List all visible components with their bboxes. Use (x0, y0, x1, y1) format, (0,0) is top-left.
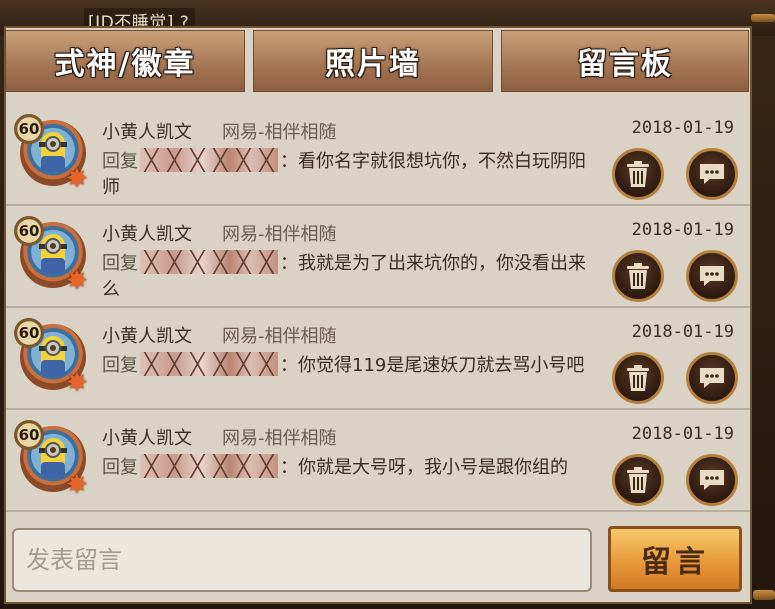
side-knob (751, 14, 775, 22)
trash-icon (627, 263, 649, 289)
message-date: 2018-01-19 (631, 322, 734, 342)
delete-button[interactable] (612, 148, 664, 200)
trash-icon (627, 467, 649, 493)
reply-button[interactable] (686, 148, 738, 200)
sender-name[interactable]: 小黄人凯文 (102, 220, 192, 246)
message-date: 2018-01-19 (631, 424, 734, 444)
trash-icon (627, 161, 649, 187)
sender-server: 网易-相伴相随 (222, 326, 337, 347)
censored-name (140, 148, 278, 172)
reply-label: 回复 (102, 151, 138, 172)
chat-bubble-icon (700, 368, 724, 388)
sender-name[interactable]: 小黄人凯文 (102, 424, 192, 450)
chat-bubble-icon (700, 470, 724, 490)
message-text: 回复 ：看你名字就很想坑你，不然白玩阴阳师 (102, 148, 602, 201)
tab-message-board[interactable]: 留言板 (501, 30, 749, 92)
sender-server: 网易-相伴相随 (222, 122, 337, 143)
delete-button[interactable] (612, 250, 664, 302)
chat-bubble-icon (700, 266, 724, 286)
sender-name[interactable]: 小黄人凯文 (102, 118, 192, 144)
level-badge: 60 (14, 216, 44, 246)
tab-photo-wall[interactable]: 照片墙 (253, 30, 493, 92)
reply-label: 回复 (102, 253, 138, 274)
message-body: ：你觉得119是尾速妖刀就去骂小号吧 (280, 355, 585, 376)
avatar[interactable]: 60 ✸ (14, 114, 94, 194)
message-row: 60 ✸ 小黄人凯文 网易-相伴相随 2018-01-19 回复 ：我就是为了出来… (6, 206, 750, 308)
reply-button[interactable] (686, 454, 738, 506)
sender-name[interactable]: 小黄人凯文 (102, 322, 192, 348)
sender-server: 网易-相伴相随 (222, 428, 337, 449)
delete-button[interactable] (612, 352, 664, 404)
reply-label: 回复 (102, 457, 138, 478)
message-input[interactable] (14, 530, 590, 590)
reply-button[interactable] (686, 250, 738, 302)
censored-name (140, 250, 278, 274)
star-icon: ✸ (66, 164, 88, 194)
message-text: 回复 ：你觉得119是尾速妖刀就去骂小号吧 (102, 352, 602, 379)
reply-button[interactable] (686, 352, 738, 404)
sender-server: 网易-相伴相随 (222, 224, 337, 245)
star-icon: ✸ (66, 266, 88, 296)
message-text: 回复 ：你就是大号呀，我小号是跟你组的 (102, 454, 602, 481)
trash-icon (627, 365, 649, 391)
message-date: 2018-01-19 (631, 118, 734, 138)
level-badge: 60 (14, 114, 44, 144)
censored-name (140, 454, 278, 478)
censored-name (140, 352, 278, 376)
bottom-knob (753, 590, 775, 600)
chat-bubble-icon (700, 164, 724, 184)
avatar[interactable]: 60 ✸ (14, 420, 94, 500)
post-message-button[interactable]: 留言 (608, 526, 742, 592)
avatar[interactable]: 60 ✸ (14, 318, 94, 398)
message-body: ：你就是大号呀，我小号是跟你组的 (280, 457, 568, 478)
message-row: 60 ✸ 小黄人凯文 网易-相伴相随 2018-01-19 回复 ：你就是大号呀，… (6, 410, 750, 512)
message-row: 60 ✸ 小黄人凯文 网易-相伴相随 2018-01-19 回复 ：看你名字就很想… (6, 104, 750, 206)
message-row: 60 ✸ 小黄人凯文 网易-相伴相随 2018-01-19 回复 ：你觉得119是… (6, 308, 750, 410)
reply-label: 回复 (102, 355, 138, 376)
delete-button[interactable] (612, 454, 664, 506)
star-icon: ✸ (66, 368, 88, 398)
message-text: 回复 ：我就是为了出来坑你的，你没看出来么 (102, 250, 602, 303)
message-date: 2018-01-19 (631, 220, 734, 240)
level-badge: 60 (14, 420, 44, 450)
level-badge: 60 (14, 318, 44, 348)
star-icon: ✸ (66, 470, 88, 500)
message-input-box (12, 528, 592, 592)
avatar[interactable]: 60 ✸ (14, 216, 94, 296)
tab-shikigami-badge[interactable]: 式神/徽章 (5, 30, 245, 92)
